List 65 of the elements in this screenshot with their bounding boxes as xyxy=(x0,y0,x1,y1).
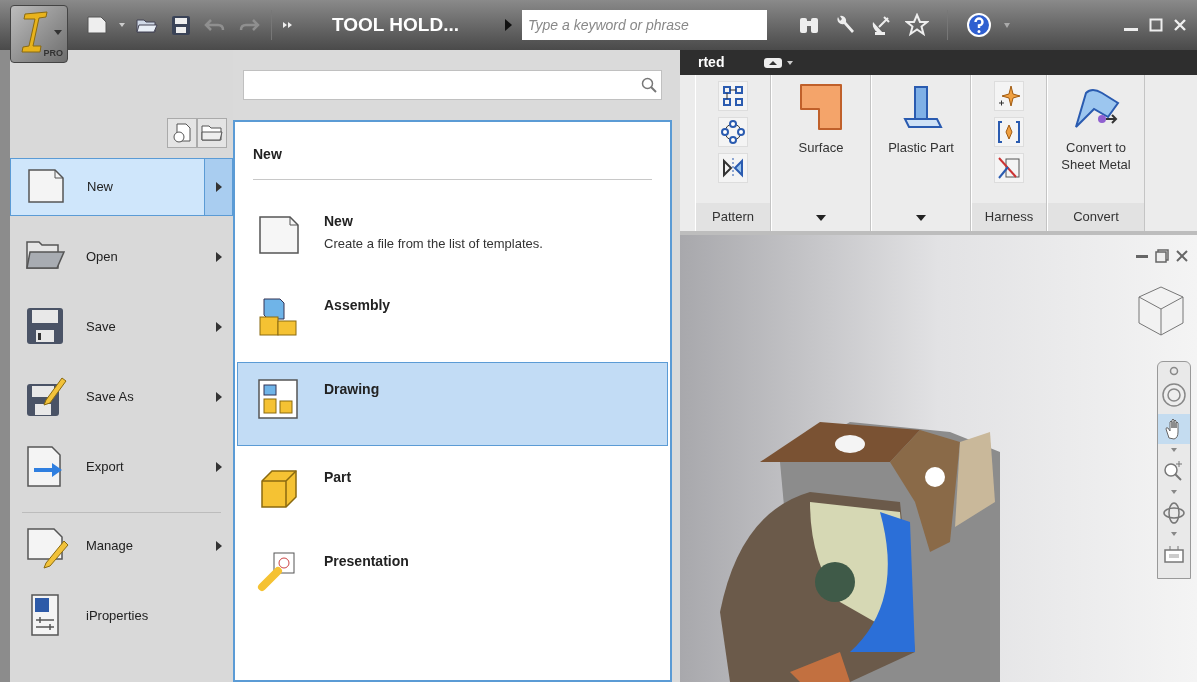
panel-title: Pattern xyxy=(696,203,770,231)
new-file-icon[interactable] xyxy=(85,14,109,36)
close-icon[interactable] xyxy=(1175,249,1189,263)
orbit-icon xyxy=(1161,500,1187,526)
menu-item[interactable]: Manage xyxy=(10,517,233,575)
caret-icon[interactable] xyxy=(1171,532,1177,536)
ribbon-tool-button[interactable] xyxy=(994,153,1024,183)
navigation-tool-button[interactable] xyxy=(1158,414,1190,444)
bracket-point-icon xyxy=(996,119,1022,145)
panel-title: Harness xyxy=(972,203,1046,231)
caret-icon xyxy=(916,215,926,221)
edition-label: PRO xyxy=(43,46,63,60)
menu-item[interactable]: Save xyxy=(10,298,233,356)
search-field[interactable]: Type a keyword or phrase xyxy=(522,10,768,40)
caret-icon[interactable] xyxy=(1171,490,1177,494)
recent-documents-icon[interactable] xyxy=(167,118,197,148)
steering-wheel-icon xyxy=(1161,382,1187,408)
save-icon[interactable] xyxy=(169,14,193,36)
menu-item[interactable]: iProperties xyxy=(10,587,233,645)
template-item[interactable]: Presentation xyxy=(237,534,668,614)
panel-title: Convert xyxy=(1048,203,1144,231)
submenu-arrow-icon xyxy=(216,462,222,472)
caret-icon xyxy=(816,215,826,221)
ribbon-tool-button[interactable] xyxy=(718,153,748,183)
submenu-arrow-icon xyxy=(216,322,222,332)
ribbon-tool-button[interactable] xyxy=(718,81,748,111)
menu-item[interactable]: Save As xyxy=(10,368,233,426)
ribbon-large-button[interactable]: Surface xyxy=(772,75,870,231)
template-item[interactable]: Assembly xyxy=(237,278,668,358)
rectangular-pattern-icon xyxy=(720,83,746,109)
submenu-arrow-icon xyxy=(216,252,222,262)
document-title: TOOL HOLD... xyxy=(332,12,460,37)
ribbon-tool-button[interactable] xyxy=(718,117,748,147)
restore-icon[interactable] xyxy=(1155,249,1169,263)
menu-item[interactable]: New xyxy=(10,158,233,216)
circular-pattern-icon xyxy=(720,119,746,145)
submenu-arrow-icon xyxy=(216,392,222,402)
ribbon-tab[interactable]: rted xyxy=(698,52,725,73)
menu-item[interactable]: Open xyxy=(10,228,233,286)
caret-icon xyxy=(54,30,62,35)
search-field[interactable] xyxy=(243,70,662,100)
star-icon[interactable] xyxy=(905,13,930,37)
close-icon[interactable] xyxy=(1169,366,1179,376)
search-icon xyxy=(641,77,657,93)
overflow-icon[interactable] xyxy=(282,20,294,30)
surface-patch-icon xyxy=(797,83,845,131)
expand-arrow-icon[interactable] xyxy=(505,19,513,31)
submenu-heading: New xyxy=(252,145,283,164)
template-item[interactable]: Part xyxy=(237,450,668,530)
ribbon-large-button[interactable]: Convert to Sheet Metal xyxy=(1048,75,1144,203)
template-item[interactable]: Drawing xyxy=(237,362,668,446)
open-documents-icon[interactable] xyxy=(197,118,227,148)
caret-icon[interactable] xyxy=(1171,448,1177,452)
help-icon[interactable] xyxy=(966,12,993,38)
ribbon-minimize-icon[interactable] xyxy=(764,56,795,69)
template-item[interactable]: New Create a file from the list of templates. xyxy=(237,194,668,274)
caret-icon[interactable] xyxy=(1004,22,1011,28)
ribbon-large-button[interactable]: Plastic Part xyxy=(872,75,970,231)
submenu-arrow-icon xyxy=(215,182,222,192)
split-icon xyxy=(996,155,1022,181)
sparkle-icon xyxy=(996,83,1022,109)
menu-item[interactable]: Export xyxy=(10,438,233,496)
ribbon-tool-button[interactable] xyxy=(994,117,1024,147)
maximize-icon[interactable] xyxy=(1149,18,1163,32)
submenu-arrow-icon xyxy=(216,541,222,551)
